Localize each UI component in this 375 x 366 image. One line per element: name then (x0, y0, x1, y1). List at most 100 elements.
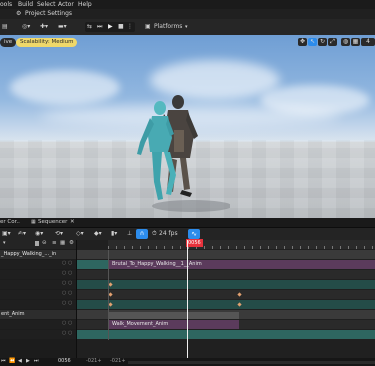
list-icon[interactable]: ≡ (52, 240, 57, 246)
section-start-line (108, 250, 109, 340)
render-icon[interactable]: ⟲▾ (55, 229, 63, 239)
keyframe-nav-icon[interactable]: ○ ○ (62, 320, 72, 326)
stop-icon[interactable]: ■ (118, 22, 124, 32)
track-label: ent_Anim (1, 311, 25, 317)
track-row[interactable]: ○ ○ (0, 290, 76, 299)
keyframe-nav-icon[interactable]: ○ ○ (62, 290, 72, 296)
playback-range-icon[interactable]: ∩ (136, 229, 148, 239)
track-label: _Happy_Walking_..._in (1, 251, 57, 257)
track-row[interactable]: ○ ○ (0, 280, 76, 289)
timeline-area[interactable]: Brutal_To_Happy_Walking__1__Anim Walk_Mo… (77, 240, 375, 358)
menu-actor[interactable]: Actor (58, 0, 74, 9)
menu-help[interactable]: Help (78, 0, 92, 9)
scale-icon[interactable]: ⤢ (328, 38, 337, 46)
rotate-icon[interactable]: ↻ (318, 38, 327, 46)
auto-key-icon[interactable]: ◆▾ (94, 229, 102, 239)
more-icon[interactable]: ⋮ (127, 22, 133, 32)
skip-back-icon[interactable]: ⏮ (1, 358, 6, 364)
perspective-button[interactable]: ive (0, 38, 17, 47)
clip-label: Brutal_To_Happy_Walking__1__Anim (112, 261, 202, 267)
timeline-row (77, 290, 375, 299)
keyframe-nav-icon[interactable]: ○ ○ (62, 330, 72, 336)
section-bar[interactable] (109, 312, 239, 319)
tab-sequencer[interactable]: Sequencer (38, 218, 67, 227)
search-field[interactable] (35, 241, 39, 246)
play-icon[interactable]: ▶ (108, 22, 113, 32)
timeline-row (77, 270, 375, 279)
move-icon[interactable]: ✥ (298, 38, 307, 46)
project-settings-button[interactable]: Project Settings (25, 10, 72, 18)
panel-tab-bar: er Cor.. ▦ Sequencer ✕ (0, 218, 375, 228)
collapse-icon[interactable]: ⊝ (42, 240, 47, 246)
actor-icon[interactable]: ✍▾ (18, 229, 26, 239)
track-row[interactable]: ○ ○ (0, 270, 76, 279)
playhead-line[interactable] (187, 240, 188, 358)
track-row[interactable]: ent_Anim (0, 310, 76, 319)
menu-build[interactable]: Build (18, 0, 33, 9)
sequencer-footer: ⏮ ⏪ ◀ ▶ ⏭ 0056 -021+ -021+ (0, 358, 375, 366)
track-row[interactable]: ○ ○ (0, 300, 76, 309)
play-controls: ⇆ ⏭ ▶ ■ ⋮ (85, 22, 135, 32)
timeline-row (77, 250, 375, 259)
track-list: ▾ ⊝ ≡ ▦ ⚙ _Happy_Walking_..._in ○ ○ ○ ○ … (0, 240, 77, 358)
snap-icon[interactable]: ▦ (351, 38, 360, 46)
play-reverse-icon[interactable]: ◀ (18, 358, 22, 364)
track-row[interactable]: ○ ○ (0, 260, 76, 269)
menu-tools[interactable]: ools (0, 0, 12, 9)
cinematics-icon[interactable]: ▬▾ (58, 22, 67, 32)
camera-speed-button[interactable]: 4 (361, 38, 375, 46)
close-tab-icon[interactable]: ✕ (70, 218, 75, 227)
blueprint-icon[interactable]: ✚▾ (40, 22, 48, 32)
character-shadow (152, 200, 230, 212)
curve-editor-icon[interactable]: ∿ (188, 229, 200, 239)
add-actor-icon[interactable]: ◎▾ (22, 22, 30, 32)
grid-icon[interactable]: ▦ (60, 240, 65, 246)
track-list-header: ▾ ⊝ ≡ ▦ ⚙ (0, 240, 76, 249)
world-icon[interactable]: ◍ (341, 38, 350, 46)
keyframe-nav-icon[interactable]: ○ ○ (62, 270, 72, 276)
clip-label: Walk_Movement_Anim (112, 321, 169, 327)
platforms-button[interactable]: Platforms (154, 22, 182, 32)
keyframe-nav-icon[interactable]: ○ ○ (62, 300, 72, 306)
play-icon[interactable]: ▶ (26, 358, 30, 364)
keyframe-nav-icon[interactable]: ○ ○ (62, 260, 72, 266)
modes-icon[interactable]: ⇆ (87, 22, 92, 32)
platforms-icon[interactable]: ▣ (145, 22, 151, 32)
track-row[interactable]: ○ ○ (0, 320, 76, 329)
keyframe-nav-icon[interactable]: ○ ○ (62, 280, 72, 286)
ruler-ticks (108, 246, 375, 249)
main-toolbar: ▤ ◎▾ ✚▾ ▬▾ ⇆ ⏭ ▶ ■ ⋮ ▣ Platforms ▾ (0, 19, 375, 36)
time-ruler[interactable]: 0056 (108, 239, 375, 249)
keyframe-icon[interactable]: ◇▾ (76, 229, 84, 239)
select-icon[interactable]: ↖ (308, 38, 317, 46)
level-viewport[interactable]: ive Scalability: Medium ✥ ↖ ↻ ⤢ ◍ ▦ 4 (0, 35, 375, 218)
save-sequence-icon[interactable]: ▣▾ (2, 229, 11, 239)
timeline-row (77, 280, 375, 289)
pin-icon[interactable]: ⊥ (127, 229, 132, 239)
track-row[interactable]: ○ ○ (0, 330, 76, 339)
characters-svg (137, 95, 230, 212)
fps-dropdown[interactable]: 24 fps (159, 229, 178, 239)
snap-icon[interactable]: ▮▾ (111, 229, 117, 239)
current-frame-marker[interactable]: 0056 (186, 239, 203, 247)
range-frame[interactable]: -021+ (110, 358, 126, 364)
frame-display[interactable]: 0056 (58, 358, 71, 364)
settings-icon[interactable]: ⚙ (16, 10, 21, 17)
tab-outliner[interactable]: er Cor.. (0, 218, 20, 227)
animation-clip[interactable]: Brutal_To_Happy_Walking__1__Anim (109, 260, 375, 269)
skip-forward-icon[interactable]: ⏭ (34, 358, 39, 364)
filter-dropdown[interactable]: ▾ (3, 240, 6, 246)
track-row[interactable]: _Happy_Walking_..._in (0, 250, 76, 259)
scalability-badge[interactable]: Scalability: Medium (16, 38, 78, 47)
horizontal-scrollbar[interactable] (128, 361, 375, 364)
skip-icon[interactable]: ⏭ (97, 22, 102, 32)
platforms-chevron-icon[interactable]: ▾ (185, 22, 188, 32)
menu-select[interactable]: Select (37, 0, 56, 9)
fps-icon: ⏱ (152, 230, 157, 237)
camera-icon[interactable]: ◉▾ (35, 229, 43, 239)
step-back-icon[interactable]: ⏪ (9, 358, 15, 364)
start-frame[interactable]: -021+ (86, 358, 102, 364)
save-icon[interactable]: ▤ (2, 22, 8, 32)
options-icon[interactable]: ⚙ (69, 240, 74, 246)
animation-clip[interactable]: Walk_Movement_Anim (109, 320, 239, 329)
